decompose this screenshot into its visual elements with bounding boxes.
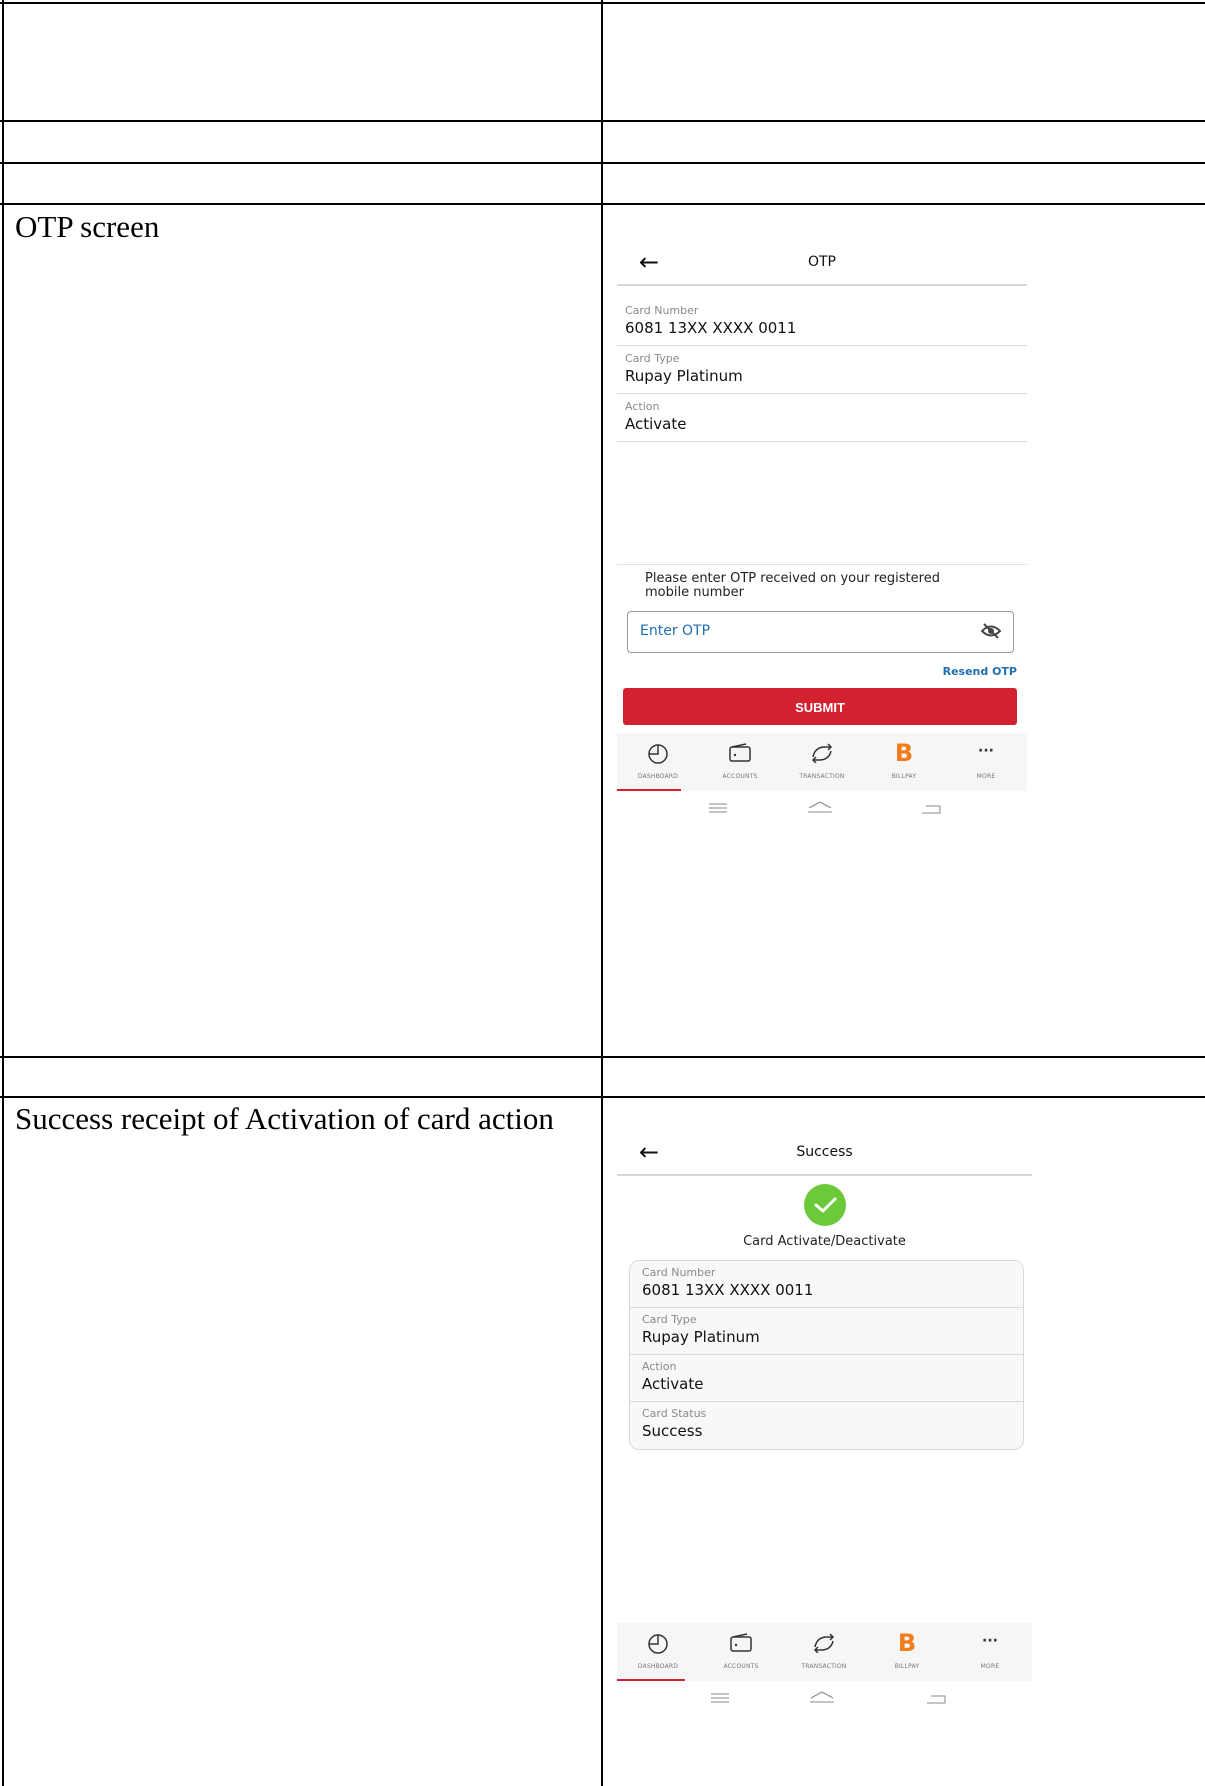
field-label: Card Type — [625, 352, 680, 365]
wallet-icon — [729, 1633, 753, 1657]
dashboard-icon — [647, 1633, 669, 1659]
field-value: 6081 13XX XXXX 0011 — [625, 319, 797, 337]
nav-label: MORE — [976, 773, 996, 780]
field-value: Rupay Platinum — [625, 367, 743, 385]
otp-screen: ← OTP Card Number 6081 13XX XXXX 0011 Ca… — [617, 244, 1027, 844]
billpay-icon: B — [894, 739, 914, 767]
receipt-card: Card Number 6081 13XX XXXX 0011 Card Typ… — [629, 1260, 1024, 1450]
home-icon[interactable] — [807, 799, 833, 818]
home-icon[interactable] — [809, 1689, 835, 1708]
nav-accounts[interactable]: ACCOUNTS — [700, 1623, 782, 1681]
header-divider — [617, 1174, 1032, 1176]
card-number-field: Card Number 6081 13XX XXXX 0011 — [617, 299, 1027, 346]
nav-label: ACCOUNTS — [722, 773, 758, 780]
more-icon: ··· — [978, 743, 994, 759]
table-rule — [601, 0, 603, 1786]
page-title: OTP — [807, 254, 836, 270]
nav-label: DASHBOARD — [637, 1663, 679, 1670]
header-divider — [617, 284, 1027, 286]
nav-label: TRANSACTION — [801, 1663, 847, 1670]
nav-transaction[interactable]: TRANSACTION — [781, 733, 863, 791]
back-icon[interactable] — [926, 1689, 946, 1708]
recent-apps-icon[interactable] — [711, 1689, 729, 1708]
otp-input[interactable]: Enter OTP — [627, 611, 1014, 653]
page-title: Success — [796, 1144, 853, 1160]
nav-transaction[interactable]: TRANSACTION — [783, 1623, 865, 1681]
card-type-field: Card Type Rupay Platinum — [630, 1308, 1023, 1355]
otp-prompt: Please enter OTP received on your regist… — [645, 571, 940, 600]
resend-otp-link[interactable]: Resend OTP — [943, 665, 1017, 678]
bottom-nav: DASHBOARD ACCOUNTS TRANSACTION B BILLPAY… — [617, 733, 1027, 791]
field-value: Success — [642, 1422, 703, 1440]
field-label: Card Status — [642, 1407, 707, 1420]
transaction-icon — [809, 743, 835, 767]
section-divider — [617, 564, 1027, 565]
field-value: Activate — [625, 415, 687, 433]
nav-label: DASHBOARD — [637, 773, 679, 780]
card-type-field: Card Type Rupay Platinum — [617, 347, 1027, 394]
nav-label: BILLPAY — [891, 773, 917, 780]
system-nav-bar — [617, 1683, 1027, 1713]
field-label: Card Type — [642, 1313, 697, 1326]
nav-accounts[interactable]: ACCOUNTS — [699, 733, 781, 791]
field-label: Card Number — [642, 1266, 716, 1279]
field-label: Action — [642, 1360, 677, 1373]
more-icon: ··· — [982, 1633, 998, 1649]
field-value: Rupay Platinum — [642, 1328, 760, 1346]
card-number-field: Card Number 6081 13XX XXXX 0011 — [630, 1261, 1023, 1308]
billpay-icon: B — [897, 1629, 917, 1657]
dashboard-icon — [647, 743, 669, 769]
nav-dashboard[interactable]: DASHBOARD — [617, 733, 699, 791]
action-field: Action Activate — [630, 1355, 1023, 1402]
otp-header: ← OTP — [617, 244, 1027, 284]
system-nav-bar — [617, 793, 1027, 823]
submit-button[interactable]: SUBMIT — [623, 688, 1017, 725]
nav-more[interactable]: ··· MORE — [945, 733, 1027, 791]
wallet-icon — [728, 743, 752, 767]
card-status-field: Card Status Success — [630, 1402, 1023, 1448]
check-circle-icon — [804, 1184, 846, 1226]
nav-label: MORE — [980, 1663, 1000, 1670]
action-field: Action Activate — [617, 395, 1027, 442]
table-rule — [2, 0, 4, 1786]
row-label-otp: OTP screen — [15, 209, 160, 244]
nav-more[interactable]: ··· MORE — [949, 1623, 1031, 1681]
active-indicator — [617, 789, 681, 791]
nav-label: TRANSACTION — [799, 773, 845, 780]
transaction-icon — [811, 1633, 837, 1657]
nav-dashboard[interactable]: DASHBOARD — [617, 1623, 699, 1681]
field-label: Action — [625, 400, 660, 413]
nav-billpay[interactable]: B BILLPAY — [863, 733, 945, 791]
field-label: Card Number — [625, 304, 699, 317]
field-value: 6081 13XX XXXX 0011 — [642, 1281, 814, 1299]
recent-apps-icon[interactable] — [709, 799, 727, 818]
otp-placeholder: Enter OTP — [640, 623, 711, 639]
active-indicator — [617, 1679, 685, 1681]
success-header: ← Success — [617, 1134, 1032, 1174]
success-screen: ← Success Card Activate/Deactivate Card … — [617, 1134, 1032, 1714]
hide-password-icon[interactable] — [980, 622, 1002, 644]
success-subtitle: Card Activate/Deactivate — [743, 1234, 906, 1249]
nav-label: ACCOUNTS — [723, 1663, 759, 1670]
back-icon[interactable] — [921, 799, 941, 818]
field-value: Activate — [642, 1375, 704, 1393]
bottom-nav: DASHBOARD ACCOUNTS TRANSACTION B BILLPAY… — [617, 1623, 1032, 1681]
nav-billpay[interactable]: B BILLPAY — [866, 1623, 948, 1681]
row-label-success: Success receipt of Activation of card ac… — [15, 1101, 554, 1136]
nav-label: BILLPAY — [894, 1663, 920, 1670]
